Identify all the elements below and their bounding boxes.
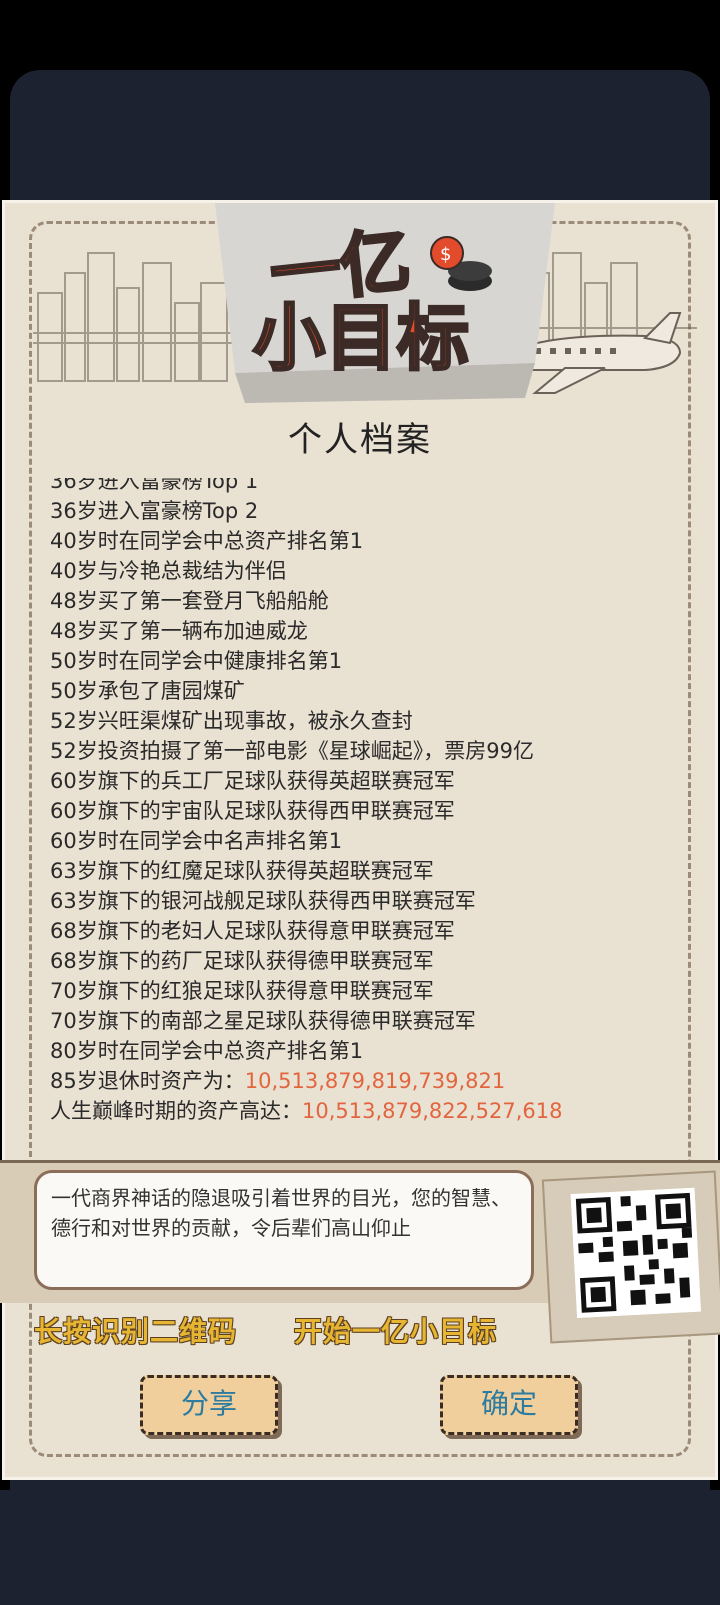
slogan-left: 长按识别二维码 [34,1315,238,1348]
retire-assets-value: 10,513,879,819,739,821 [244,1069,506,1093]
list-item: 52岁兴旺渠煤矿出现事故，被永久查封 [50,709,413,733]
record-list[interactable]: 36岁进入富豪榜Top 1 36岁进入富豪榜Top 2 40岁时在同学会中总资产… [50,478,690,1138]
list-item: 70岁旗下的南部之星足球队获得德甲联赛冠军 [50,1009,476,1033]
list-item: 63岁旗下的红魔足球队获得英超联赛冠军 [50,859,434,883]
list-item: 60岁旗下的宇宙队足球队获得西甲联赛冠军 [50,799,455,823]
list-item: 50岁时在同学会中健康排名第1 [50,649,343,673]
bottom-frame [0,1490,720,1605]
list-item: 68岁旗下的药厂足球队获得德甲联赛冠军 [50,949,434,973]
list-item: 60岁旗下的兵工厂足球队获得英超联赛冠军 [50,769,455,793]
list-item: 60岁时在同学会中名声排名第1 [50,829,343,853]
list-item: 52岁投资拍摄了第一部电影《星球崛起》，票房99亿 [50,739,534,763]
list-item: 63岁旗下的银河战舰足球队获得西甲联赛冠军 [50,889,476,913]
confirm-button[interactable]: 确定 [440,1375,578,1435]
peak-assets-value: 10,513,879,822,527,618 [302,1099,563,1123]
retire-assets-label: 85岁退休时资产为： [50,1069,245,1093]
qr-code-icon[interactable] [570,1187,701,1319]
page-title: 个人档案 [288,420,432,460]
list-item: 40岁时在同学会中总资产排名第1 [50,529,364,553]
svg-text:$: $ [440,244,451,265]
retire-assets-row: 85岁退休时资产为：10,513,879,819,739,821 [50,1066,690,1096]
qr-card[interactable] [541,1170,720,1344]
list-item: 40岁与冷艳总裁结为伴侣 [50,559,287,583]
list-item: 36岁进入富豪榜Top 1 [50,478,259,493]
list-item: 70岁旗下的红狼足球队获得意甲联赛冠军 [50,979,434,1003]
peak-assets-row: 人生巅峰时期的资产高达：10,513,879,822,527,618 [50,1096,690,1126]
list-item: 68岁旗下的老妇人足球队获得意甲联赛冠军 [50,919,455,943]
list-item: 80岁时在同学会中总资产排名第1 [50,1039,364,1063]
share-button[interactable]: 分享 [140,1375,278,1435]
list-item: 48岁买了第一套登月飞船船舱 [50,589,329,613]
city-skyline-icon [33,252,233,382]
list-item: 50岁承包了唐园煤矿 [50,679,245,703]
list-item: 36岁进入富豪榜Top 2 [50,499,259,523]
list-item: 48岁买了第一辆布加迪威龙 [50,619,308,643]
slogan-right: 开始一亿小目标 [294,1315,498,1348]
game-logo: 一亿 $ 小目标 [215,203,555,403]
logo-text-line2: 小目标 [253,296,469,380]
peak-assets-label: 人生巅峰时期的资产高达： [50,1099,302,1123]
ending-message: 一代商界神话的隐退吸引着世界的目光，您的智慧、德行和对世界的贡献，令后辈们高山仰… [34,1170,534,1290]
